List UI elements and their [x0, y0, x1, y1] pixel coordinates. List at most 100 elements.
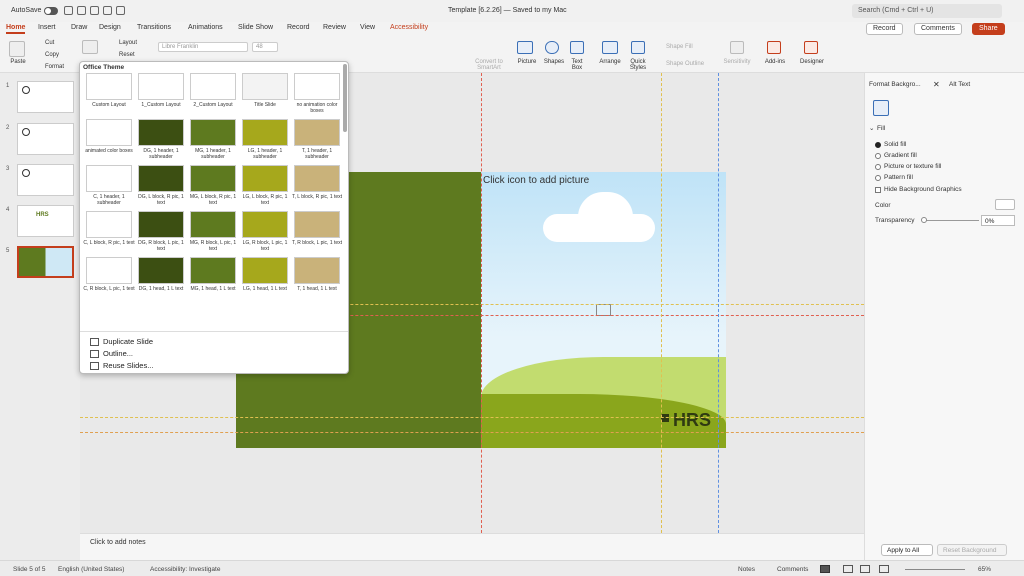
layout-thumbnail[interactable]	[138, 73, 184, 100]
pattern-fill-radio[interactable]	[875, 175, 881, 181]
fill-bucket-icon[interactable]	[873, 100, 889, 116]
slide-thumbnail-5[interactable]	[17, 246, 74, 278]
layout-thumbnail[interactable]	[138, 119, 184, 146]
slide-thumbnail-1[interactable]	[17, 81, 74, 113]
save-icon[interactable]	[77, 6, 86, 15]
close-icon[interactable]: ✕	[933, 80, 940, 89]
layout-thumbnail[interactable]	[190, 211, 236, 238]
add-ins-icon[interactable]	[767, 41, 781, 54]
hide-background-checkbox[interactable]	[875, 187, 881, 193]
slide-sorter-icon[interactable]	[843, 565, 853, 573]
text-box-icon[interactable]	[570, 41, 584, 54]
transparency-slider-handle[interactable]	[921, 217, 927, 223]
picture-placeholder[interactable]: Click icon to add picture HRS	[481, 172, 726, 448]
pane-tab-format-background[interactable]: Format Backgro...	[869, 81, 921, 88]
tab-slide-show[interactable]: Slide Show	[238, 24, 273, 31]
fill-chevron-icon[interactable]: ⌄	[869, 124, 874, 132]
layout-thumbnail[interactable]	[294, 73, 340, 100]
cut-button[interactable]: Cut	[45, 40, 54, 46]
layout-thumbnail[interactable]	[294, 211, 340, 238]
layout-thumbnail[interactable]	[138, 257, 184, 284]
autosave-toggle[interactable]	[44, 7, 58, 15]
layout-thumbnail[interactable]	[294, 257, 340, 284]
solid-fill-radio[interactable]	[875, 142, 881, 148]
comments-toggle[interactable]: Comments	[777, 566, 808, 573]
layout-thumbnail[interactable]	[242, 211, 288, 238]
layout-thumbnail[interactable]	[138, 211, 184, 238]
designer-icon[interactable]	[804, 41, 818, 54]
language-indicator[interactable]: English (United States)	[58, 566, 124, 573]
copy-button[interactable]: Copy	[45, 52, 59, 58]
accessibility-status[interactable]: Accessibility: Investigate	[150, 566, 220, 573]
notes-pane[interactable]: Click to add notes	[80, 533, 864, 560]
layout-thumbnail[interactable]	[242, 257, 288, 284]
reuse-slides-item[interactable]: Reuse Slides...	[90, 361, 153, 371]
arrange-icon[interactable]	[602, 41, 618, 54]
home-icon[interactable]	[64, 6, 73, 15]
layout-thumbnail[interactable]	[242, 73, 288, 100]
tab-draw[interactable]: Draw	[71, 24, 87, 31]
layout-thumbnail[interactable]	[190, 119, 236, 146]
layout-thumbnail[interactable]	[242, 165, 288, 192]
layout-thumbnail[interactable]	[86, 211, 132, 238]
layout-thumbnail[interactable]	[190, 165, 236, 192]
sensitivity-icon[interactable]	[730, 41, 744, 54]
gradient-fill-radio[interactable]	[875, 153, 881, 159]
slideshow-icon[interactable]	[879, 565, 889, 573]
font-family-select[interactable]: Libre Franklin	[158, 42, 248, 52]
more-icon[interactable]	[116, 6, 125, 15]
layout-scrollbar[interactable]	[343, 64, 347, 132]
picture-fill-radio[interactable]	[875, 164, 881, 170]
slide-thumbnail-4[interactable]: HRS	[17, 205, 74, 237]
transparency-slider-track[interactable]	[923, 220, 979, 221]
share-button[interactable]: Share	[972, 23, 1005, 35]
layout-thumbnail[interactable]	[294, 119, 340, 146]
tab-home[interactable]: Home	[6, 24, 26, 34]
format-painter-button[interactable]: Format	[45, 64, 64, 70]
shape-fill-button[interactable]: Shape Fill	[666, 44, 693, 50]
new-slide-icon[interactable]	[82, 40, 98, 54]
reading-view-icon[interactable]	[860, 565, 870, 573]
duplicate-slide-item[interactable]: Duplicate Slide	[90, 337, 153, 347]
layout-thumbnail[interactable]	[190, 257, 236, 284]
layout-thumbnail[interactable]	[86, 165, 132, 192]
notes-toggle[interactable]: Notes	[738, 566, 755, 573]
pane-tab-alt-text[interactable]: Alt Text	[949, 81, 970, 88]
redo-icon[interactable]	[103, 6, 112, 15]
layout-thumbnail[interactable]	[190, 73, 236, 100]
shapes-icon[interactable]	[545, 41, 559, 54]
tab-accessibility[interactable]: Accessibility	[390, 24, 428, 31]
layout-thumbnail[interactable]	[86, 257, 132, 284]
tab-record[interactable]: Record	[287, 24, 310, 31]
undo-icon[interactable]	[90, 6, 99, 15]
layout-thumbnail[interactable]	[86, 119, 132, 146]
slide-thumbnail-2[interactable]	[17, 123, 74, 155]
convert-smartart-button[interactable]: Convert to SmartArt	[470, 59, 508, 71]
tab-view[interactable]: View	[360, 24, 375, 31]
comments-button[interactable]: Comments	[914, 23, 962, 35]
zoom-level[interactable]: 65%	[978, 566, 991, 573]
search-input[interactable]: Search (Cmd + Ctrl + U)	[852, 4, 1002, 18]
tab-transitions[interactable]: Transitions	[137, 24, 171, 31]
layout-thumbnail[interactable]	[242, 119, 288, 146]
slide-thumbnail-3[interactable]	[17, 164, 74, 196]
zoom-slider[interactable]	[905, 569, 965, 570]
apply-to-all-button[interactable]: Apply to All	[881, 544, 933, 556]
font-size-select[interactable]: 48	[252, 42, 278, 52]
normal-view-icon[interactable]	[820, 565, 830, 573]
shape-outline-button[interactable]: Shape Outline	[666, 61, 704, 67]
layout-thumbnail[interactable]	[86, 73, 132, 100]
transparency-input[interactable]: 0%	[981, 215, 1015, 226]
color-picker-button[interactable]	[995, 199, 1015, 210]
layout-button[interactable]: Layout	[119, 40, 137, 46]
picture-icon[interactable]	[517, 41, 533, 54]
outline-item[interactable]: Outline...	[90, 349, 133, 359]
tab-design[interactable]: Design	[99, 24, 121, 31]
tab-insert[interactable]: Insert	[38, 24, 56, 31]
paste-icon[interactable]	[9, 41, 25, 57]
record-button[interactable]: Record	[866, 23, 903, 35]
reset-background-button[interactable]: Reset Background	[937, 544, 1007, 556]
tab-animations[interactable]: Animations	[188, 24, 223, 31]
layout-thumbnail[interactable]	[294, 165, 340, 192]
quick-styles-icon[interactable]	[631, 41, 645, 54]
